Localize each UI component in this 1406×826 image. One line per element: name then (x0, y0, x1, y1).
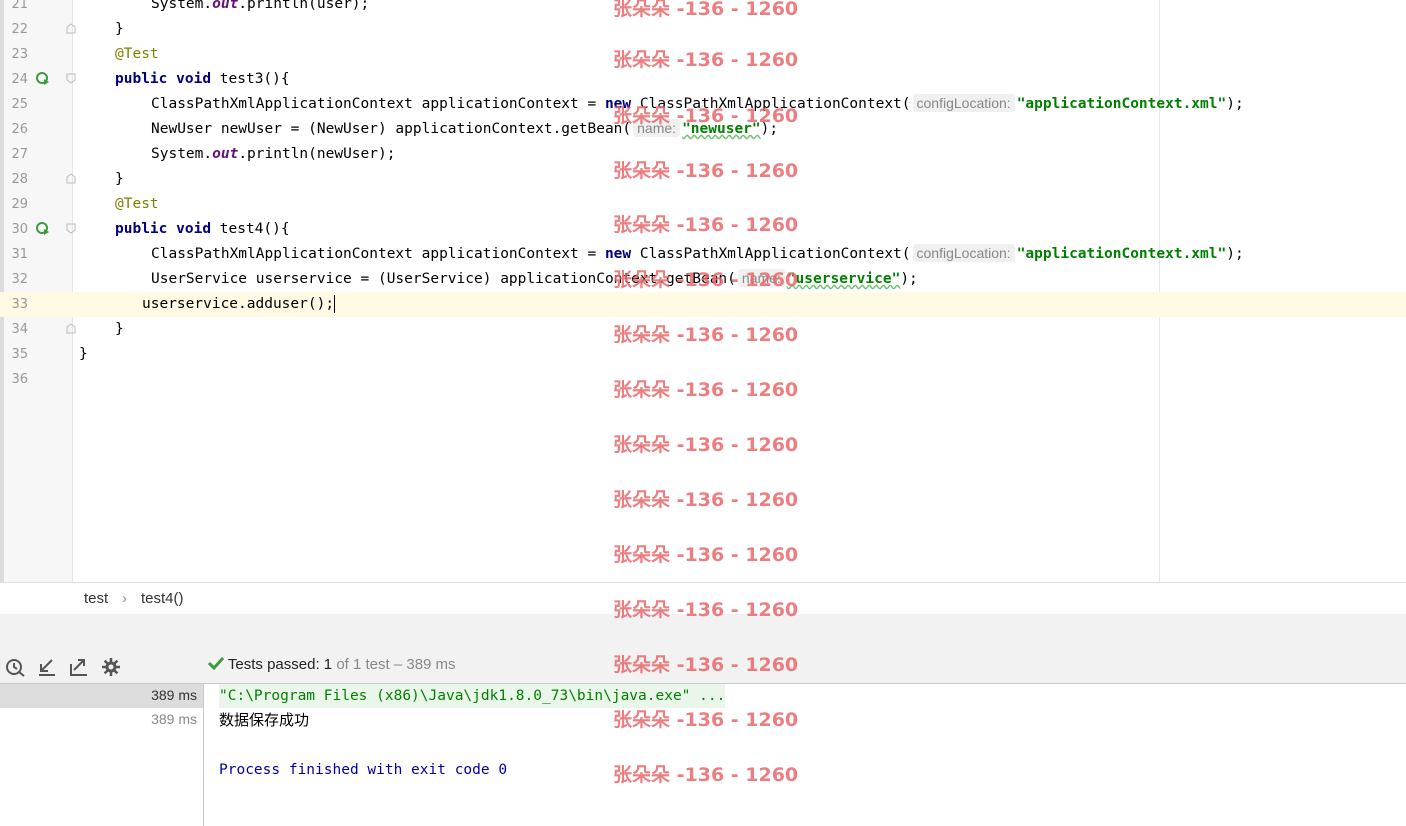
parameter-hint: name: (633, 119, 681, 137)
line-number: 32 (11, 272, 28, 287)
breadcrumb-class[interactable]: test (84, 590, 108, 607)
line-number: 26 (11, 122, 28, 137)
code-line: 27 System.out.println(newUser); (0, 142, 1406, 167)
parameter-hint: configLocation: (912, 94, 1015, 112)
code-line: 21 System.out.println(user); (0, 0, 1406, 17)
code-text: } (115, 321, 124, 337)
breadcrumb-separator-icon: › (122, 590, 127, 607)
code-text: ClassPathXmlApplicationContext applicati… (151, 94, 1244, 112)
test-tree: 389 ms 389 ms (0, 684, 204, 826)
breadcrumb: test › test4() (0, 582, 1406, 616)
breadcrumb-method[interactable]: test4() (141, 590, 184, 607)
code-line: 32 UserService userservice = (UserServic… (0, 267, 1406, 292)
code-text: public void test4(){ (115, 221, 290, 237)
line-number: 36 (11, 372, 28, 387)
line-number: 21 (11, 0, 28, 12)
parameter-hint: name: (737, 269, 785, 287)
passed-count: 1 (323, 656, 333, 673)
test-tree-row[interactable]: 389 ms (0, 708, 203, 732)
line-number: 33 (11, 297, 28, 312)
code-text: NewUser newUser = (NewUser) applicationC… (151, 119, 779, 137)
console-output-line: 数据保存成功 (219, 711, 310, 729)
line-number: 34 (11, 322, 28, 337)
console-output[interactable]: "C:\Program Files (x86)\Java\jdk1.8.0_73… (204, 684, 1406, 826)
code-line: 28 } (0, 167, 1406, 192)
code-line: 34 } (0, 317, 1406, 342)
annotation-text: @Test (115, 46, 159, 62)
code-line: 31 ClassPathXmlApplicationContext applic… (0, 242, 1406, 267)
code-text: public void test3(){ (115, 71, 290, 87)
line-number: 27 (11, 147, 28, 162)
checkmark-icon (207, 656, 225, 671)
code-text: System.out.println(newUser); (151, 146, 396, 162)
test-duration: 389 ms (151, 687, 197, 703)
line-number: 30 (11, 222, 28, 237)
line-number: 25 (11, 97, 28, 112)
status-label: Tests passed: (227, 656, 320, 673)
settings-gear-icon[interactable] (100, 656, 122, 678)
parameter-hint: configLocation: (912, 244, 1015, 262)
run-toolbar: Tests passed: 1 of 1 test – 389 ms (0, 652, 1406, 684)
code-line: 23 @Test (0, 42, 1406, 67)
code-text: ClassPathXmlApplicationContext applicati… (151, 244, 1244, 262)
code-text: } (115, 21, 124, 37)
line-number: 23 (11, 47, 28, 62)
export-tests-icon[interactable] (68, 656, 90, 678)
run-test-icon[interactable] (36, 222, 50, 236)
code-text: UserService userservice = (UserService) … (151, 269, 918, 287)
line-number: 24 (11, 72, 28, 87)
console-exit-line: Process finished with exit code 0 (219, 762, 508, 778)
fold-marker-icon[interactable] (66, 223, 76, 234)
code-editor[interactable]: 21 System.out.println(user); 22 } 23 @Te… (0, 0, 1406, 582)
fold-marker-icon[interactable] (66, 73, 76, 84)
line-number: 29 (11, 197, 28, 212)
code-text: System.out.println(user); (151, 0, 370, 12)
fold-marker-icon[interactable] (66, 23, 76, 34)
code-text: } (79, 346, 88, 362)
console-command: "C:\Program Files (x86)\Java\jdk1.8.0_73… (219, 684, 726, 708)
fold-marker-icon[interactable] (66, 323, 76, 334)
line-number: 22 (11, 22, 28, 37)
code-line: 26 NewUser newUser = (NewUser) applicati… (0, 117, 1406, 142)
code-line: 25 ClassPathXmlApplicationContext applic… (0, 92, 1406, 117)
code-text: userservice.adduser(); (142, 295, 336, 313)
code-line: 36 (0, 367, 1406, 392)
fold-marker-icon[interactable] (66, 173, 76, 184)
test-status: Tests passed: 1 of 1 test – 389 ms (207, 656, 456, 673)
code-line: 30 public void test4(){ (0, 217, 1406, 242)
status-tail: of 1 test – 389 ms (336, 656, 456, 673)
code-line: 24 public void test3(){ (0, 67, 1406, 92)
annotation-text: @Test (115, 196, 159, 212)
panel-spacer (0, 614, 1406, 652)
test-tree-row-root[interactable]: 389 ms (0, 684, 203, 708)
import-tests-icon[interactable] (36, 656, 58, 678)
test-duration: 389 ms (151, 711, 197, 727)
code-text: } (115, 171, 124, 187)
text-caret (334, 295, 336, 313)
code-line: 22 } (0, 17, 1406, 42)
line-number: 31 (11, 247, 28, 262)
history-clock-icon[interactable] (4, 656, 26, 678)
code-line: 29 @Test (0, 192, 1406, 217)
current-code-line[interactable]: 33 userservice.adduser(); (0, 292, 1406, 317)
line-number: 35 (11, 347, 28, 362)
code-line: 35 } (0, 342, 1406, 367)
line-number: 28 (11, 172, 28, 187)
run-test-icon[interactable] (36, 72, 50, 86)
